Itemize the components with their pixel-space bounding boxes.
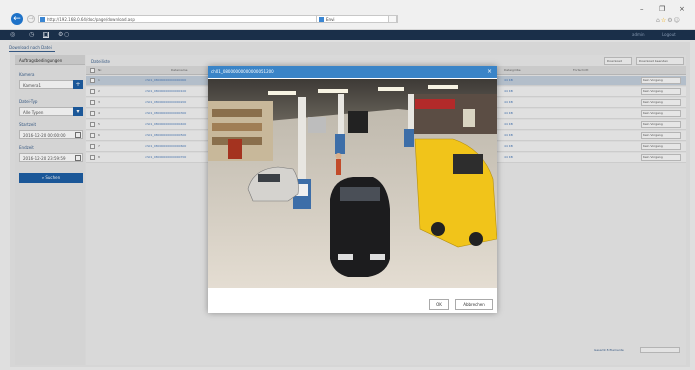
forward-arrow-icon[interactable]: → (27, 15, 35, 23)
cancel-button[interactable]: Abbrechen (455, 299, 493, 310)
tab-page-icon (319, 17, 324, 22)
new-tab-button[interactable] (388, 15, 397, 23)
close-icon[interactable]: × (487, 68, 492, 75)
image-preview-dialog: ch01_08000000000000051200 × OK Abbrechen (208, 66, 497, 313)
dialog-header: ch01_08000000000000051200 × (208, 66, 497, 78)
back-arrow-icon[interactable]: ← (11, 13, 23, 25)
browser-tab[interactable]: Envi × (316, 15, 398, 23)
window-close-icon[interactable]: × (679, 5, 685, 13)
address-bar[interactable]: http://192.168.0.64/doc/page/download.as… (38, 15, 344, 23)
ok-button[interactable]: OK (429, 299, 449, 310)
smiley-icon[interactable]: ☺ (674, 17, 681, 24)
browser-toolbar: ← → http://192.168.0.64/doc/page/downloa… (0, 0, 695, 30)
minimize-icon[interactable]: – (640, 5, 644, 13)
page-icon (40, 17, 45, 22)
tab-title: Envi (326, 17, 335, 22)
maximize-icon[interactable]: ❐ (659, 5, 665, 13)
snapshot-image (208, 79, 497, 288)
dialog-title: ch01_08000000000000051200 (211, 69, 274, 74)
browser-tool-icons[interactable]: ⌂☆⚙☺ (656, 17, 681, 24)
url-text: http://192.168.0.64/doc/page/download.as… (47, 17, 135, 22)
